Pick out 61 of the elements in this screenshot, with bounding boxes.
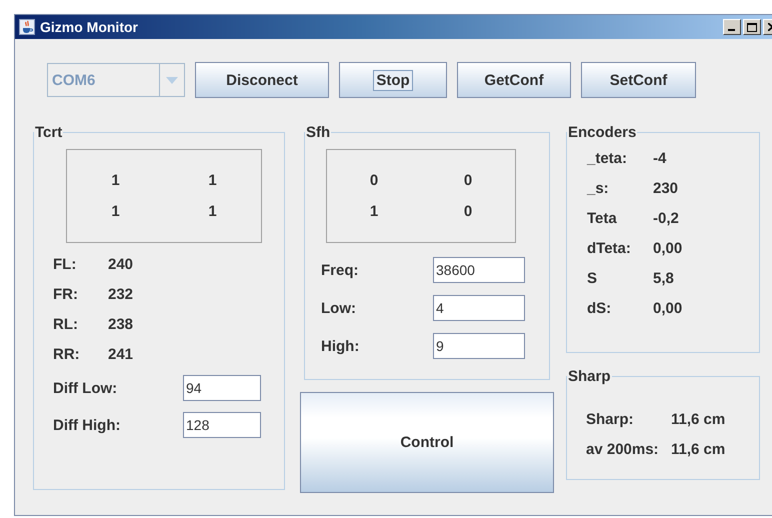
reading-value: 241 <box>108 346 134 363</box>
input-field[interactable]: 4 <box>433 295 525 321</box>
toolbar-button[interactable]: GetConf <box>457 62 571 98</box>
maximize-icon <box>747 22 757 32</box>
java-cup-icon <box>19 19 35 35</box>
input-field[interactable]: 94 <box>183 375 261 401</box>
panel-title: Sfh <box>305 124 332 141</box>
reading-label: _teta: <box>587 150 628 167</box>
button-label: Disconect <box>225 70 299 90</box>
reading-value: -4 <box>653 150 668 167</box>
reading-label: dS: <box>587 300 612 317</box>
button-label: Stop <box>373 70 413 90</box>
field-label: Diff Low: <box>53 380 118 396</box>
field-label: Diff High: <box>53 416 122 434</box>
indicator-value: 0 <box>462 172 474 189</box>
reading-value: 5,8 <box>653 270 675 287</box>
reading-value: 232 <box>108 286 134 303</box>
panel-title: Tcrt <box>34 124 64 141</box>
control-button[interactable]: Control <box>300 392 554 493</box>
input-field[interactable]: 38600 <box>433 257 525 283</box>
reading-label: FL: <box>53 256 78 273</box>
reading-label: RR: <box>53 346 81 363</box>
reading-value: 238 <box>108 316 134 333</box>
toolbar-button[interactable]: Disconect <box>195 62 329 98</box>
reading-value: 0,00 <box>653 240 682 257</box>
reading-label: av 200ms: <box>586 441 660 458</box>
indicator-value: 1 <box>110 172 121 189</box>
panel-title: Encoders <box>567 124 638 141</box>
reading-value: 230 <box>653 180 680 197</box>
reading-value: -0,2 <box>653 210 680 227</box>
indicator-value: 1 <box>368 203 380 220</box>
button-label: SetConf <box>608 70 668 90</box>
panel-title: Sharp <box>567 368 612 385</box>
toolbar-button[interactable]: SetConf <box>581 62 696 98</box>
indicator-value: 1 <box>110 203 121 220</box>
minimize-button[interactable] <box>723 19 741 35</box>
reading-value: 11,6 cm <box>671 411 726 428</box>
reading-label: FR: <box>53 286 79 303</box>
toolbar-button[interactable]: Stop <box>339 62 447 98</box>
input-field[interactable]: 128 <box>183 412 261 438</box>
reading-label: Teta <box>587 210 618 227</box>
maximize-button[interactable] <box>743 19 761 35</box>
indicator-value: 1 <box>207 203 218 220</box>
field-label: Freq: <box>321 262 360 278</box>
caret-icon <box>166 76 178 84</box>
button-label: GetConf <box>483 70 545 90</box>
indicator-value: 1 <box>207 172 218 189</box>
reading-value: 11,6 cm <box>671 441 726 458</box>
indicator-value: 0 <box>462 203 474 220</box>
reading-label: Sharp: <box>586 411 635 428</box>
reading-label: dTeta: <box>587 240 632 257</box>
reading-label: S <box>587 270 598 287</box>
window-title: Gizmo Monitor <box>40 19 139 35</box>
field-label: Low: <box>321 300 357 316</box>
reading-label: RL: <box>53 316 79 333</box>
reading-value: 240 <box>108 256 134 273</box>
reading-label: _s: <box>587 180 610 197</box>
reading-value: 0,00 <box>653 300 682 317</box>
field-label: High: <box>321 338 360 354</box>
indicator-value: 0 <box>368 172 380 189</box>
input-field[interactable]: 9 <box>433 333 525 359</box>
